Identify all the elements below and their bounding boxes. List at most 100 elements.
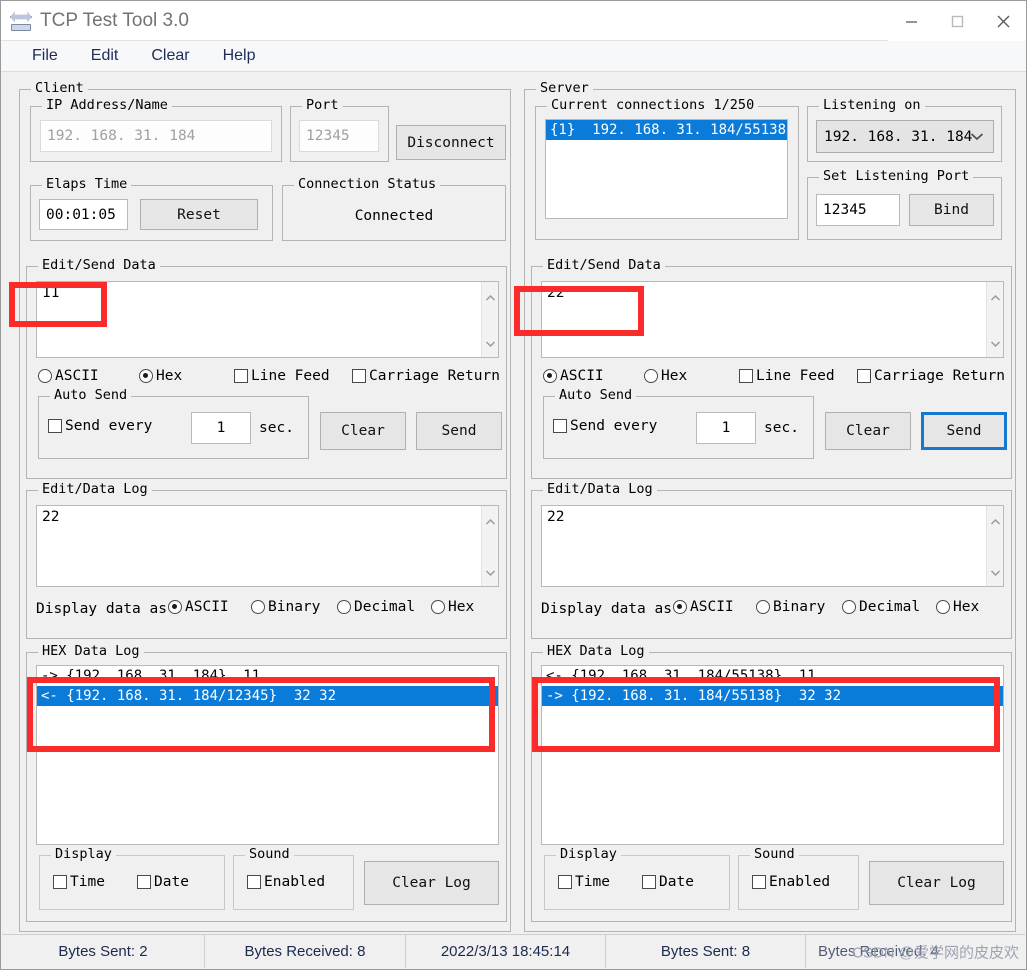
client-data-log-textarea[interactable]: 22 xyxy=(36,505,499,587)
client-display-hex[interactable]: Hex xyxy=(431,599,474,615)
server-format-ascii[interactable]: ASCII xyxy=(543,368,604,384)
server-send-scrollbar[interactable] xyxy=(986,282,1003,357)
radio-dot-icon xyxy=(644,369,658,383)
list-item[interactable]: {1} 192. 168. 31. 184/55138 xyxy=(546,120,787,140)
listening-on-combobox[interactable]: 192. 168. 31. 184 xyxy=(816,120,994,153)
minimize-button[interactable] xyxy=(888,1,934,41)
list-item[interactable]: -> {192. 168. 31. 184} 11 xyxy=(37,666,498,686)
client-ip-group-title: IP Address/Name xyxy=(42,98,172,113)
list-item[interactable]: <- {192. 168. 31. 184/55138} 11 xyxy=(542,666,1003,686)
client-format-hex[interactable]: Hex xyxy=(139,368,182,384)
list-item[interactable]: <- {192. 168. 31. 184/12345} 32 32 xyxy=(37,686,498,706)
server-group: Server Current connections 1/250 {1} 192… xyxy=(524,81,1016,932)
client-send-data-title: Edit/Send Data xyxy=(38,258,160,273)
client-hex-sound-enabled-checkbox[interactable]: Enabled xyxy=(247,874,325,890)
client-send-every-checkbox[interactable]: Send every xyxy=(48,418,152,434)
client-hex-log-group: HEX Data Log -> {192. 168. 31. 184} 11 <… xyxy=(26,644,507,922)
checkbox-icon xyxy=(48,419,62,433)
client-carriage-return-checkbox[interactable]: Carriage Return xyxy=(352,368,500,384)
server-send-textarea[interactable]: 22 xyxy=(541,281,1004,358)
bind-button[interactable]: Bind xyxy=(909,194,994,226)
server-data-log-scrollbar[interactable] xyxy=(986,506,1003,586)
reset-button[interactable]: Reset xyxy=(140,199,258,230)
client-format-ascii[interactable]: ASCII xyxy=(38,368,99,384)
radio-dot-icon xyxy=(936,600,950,614)
scroll-down-icon[interactable] xyxy=(990,328,1001,357)
menu-bar: File Edit Clear Help xyxy=(1,41,1026,72)
scroll-down-icon[interactable] xyxy=(990,557,1001,586)
client-ip-input[interactable]: 192. 168. 31. 184 xyxy=(40,120,272,152)
server-display-decimal[interactable]: Decimal xyxy=(842,599,920,615)
client-send-interval-input[interactable]: 1 xyxy=(191,412,251,444)
server-line-feed-checkbox[interactable]: Line Feed xyxy=(739,368,835,384)
client-hex-log-title: HEX Data Log xyxy=(38,644,144,659)
server-display-ascii-label: ASCII xyxy=(690,599,734,615)
client-send-textarea[interactable]: 11 xyxy=(36,281,499,358)
list-item[interactable]: -> {192. 168. 31. 184/55138} 32 32 xyxy=(542,686,1003,706)
disconnect-button[interactable]: Disconnect xyxy=(396,125,506,160)
radio-dot-icon xyxy=(139,369,153,383)
menu-item-clear[interactable]: Clear xyxy=(138,45,202,67)
client-elaps-group-title: Elaps Time xyxy=(42,177,132,192)
server-display-binary[interactable]: Binary xyxy=(756,599,825,615)
server-send-interval-input[interactable]: 1 xyxy=(696,412,756,444)
server-group-title: Server xyxy=(536,81,593,96)
client-hex-log-listbox[interactable]: -> {192. 168. 31. 184} 11 <- {192. 168. … xyxy=(36,665,499,845)
maximize-button[interactable] xyxy=(934,1,980,41)
scroll-down-icon[interactable] xyxy=(485,557,496,586)
client-ip-group: IP Address/Name 192. 168. 31. 184 xyxy=(30,98,282,162)
app-window: TCP Test Tool 3.0 File Edit Clear Help C… xyxy=(0,0,1027,970)
client-data-log-group: Edit/Data Log 22 Display data as ASCII B… xyxy=(26,482,507,639)
server-send-every-checkbox[interactable]: Send every xyxy=(553,418,657,434)
client-port-input[interactable]: 12345 xyxy=(299,120,379,152)
server-carriage-return-checkbox[interactable]: Carriage Return xyxy=(857,368,1005,384)
server-hex-date-checkbox[interactable]: Date xyxy=(642,874,694,890)
close-button[interactable] xyxy=(980,1,1026,41)
client-clear-log-button[interactable]: Clear Log xyxy=(364,861,499,905)
menu-item-file[interactable]: File xyxy=(19,45,71,67)
scroll-down-icon[interactable] xyxy=(485,328,496,357)
client-display-ascii[interactable]: ASCII xyxy=(168,599,229,615)
client-clear-button[interactable]: Clear xyxy=(320,412,406,450)
server-connections-listbox[interactable]: {1} 192. 168. 31. 184/55138 xyxy=(545,119,788,219)
client-hex-display-group: Display Time Date xyxy=(39,847,225,910)
scroll-up-icon[interactable] xyxy=(485,282,496,311)
server-hex-log-listbox[interactable]: <- {192. 168. 31. 184/55138} 11 -> {192.… xyxy=(541,665,1004,845)
client-carriage-return-label: Carriage Return xyxy=(369,368,500,384)
scroll-up-icon[interactable] xyxy=(485,506,496,535)
server-format-hex[interactable]: Hex xyxy=(644,368,687,384)
server-data-log-textarea[interactable]: 22 xyxy=(541,505,1004,587)
client-data-log-scrollbar[interactable] xyxy=(481,506,498,586)
server-clear-log-button[interactable]: Clear Log xyxy=(869,861,1004,905)
client-display-ascii-label: ASCII xyxy=(185,599,229,615)
server-display-ascii[interactable]: ASCII xyxy=(673,599,734,615)
server-hex-sound-enabled-checkbox[interactable]: Enabled xyxy=(752,874,830,890)
scroll-up-icon[interactable] xyxy=(990,506,1001,535)
client-hex-time-checkbox[interactable]: Time xyxy=(53,874,105,890)
server-display-hex[interactable]: Hex xyxy=(936,599,979,615)
client-display-binary-label: Binary xyxy=(268,599,321,615)
client-format-hex-label: Hex xyxy=(156,368,183,384)
server-listening-on-title: Listening on xyxy=(819,98,925,113)
menu-item-edit[interactable]: Edit xyxy=(78,45,132,67)
menu-item-help[interactable]: Help xyxy=(210,45,269,67)
client-display-hex-label: Hex xyxy=(448,599,475,615)
client-hex-time-label: Time xyxy=(70,874,105,890)
client-send-button[interactable]: Send xyxy=(416,412,502,450)
server-listening-on-group: Listening on 192. 168. 31. 184 xyxy=(807,98,1002,162)
scroll-up-icon[interactable] xyxy=(990,282,1001,311)
server-hex-sound-title: Sound xyxy=(750,847,799,862)
client-display-binary[interactable]: Binary xyxy=(251,599,320,615)
server-hex-time-checkbox[interactable]: Time xyxy=(558,874,610,890)
client-send-scrollbar[interactable] xyxy=(481,282,498,357)
radio-dot-icon xyxy=(431,600,445,614)
client-hex-date-checkbox[interactable]: Date xyxy=(137,874,189,890)
server-clear-button[interactable]: Clear xyxy=(825,412,911,450)
client-display-decimal[interactable]: Decimal xyxy=(337,599,415,615)
client-format-ascii-label: ASCII xyxy=(55,368,99,384)
network-arrows-icon xyxy=(10,10,32,32)
server-auto-send-group: Auto Send Send every 1 sec. xyxy=(543,388,814,459)
server-send-button[interactable]: Send xyxy=(921,412,1007,450)
listening-port-input[interactable]: 12345 xyxy=(816,194,900,226)
client-line-feed-checkbox[interactable]: Line Feed xyxy=(234,368,330,384)
